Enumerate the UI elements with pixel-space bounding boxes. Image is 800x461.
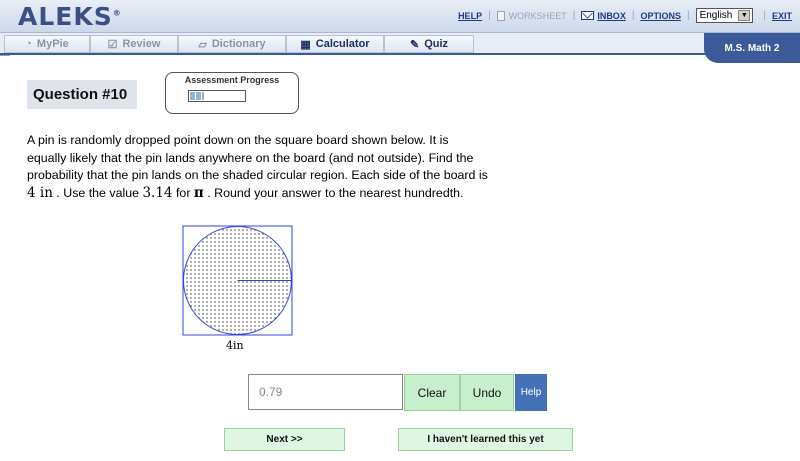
exit-link[interactable]: EXIT xyxy=(772,11,792,21)
chevron-down-icon: ▼ xyxy=(738,10,751,21)
mail-icon xyxy=(581,11,595,20)
answer-input[interactable]: 0.79 xyxy=(248,374,403,410)
calculator-icon: ▦ xyxy=(300,38,311,51)
inbox-link[interactable]: INBOX xyxy=(597,11,626,21)
quiz-icon: ✎ xyxy=(409,38,420,51)
pie-icon: ◔ xyxy=(25,38,32,50)
aleks-window: ALEKS® HELP | WORKSHEET | INBOX | OPTION… xyxy=(0,0,800,461)
tab-review[interactable]: ☑ Review xyxy=(90,35,178,53)
assessment-progress: Assessment Progress xyxy=(165,72,299,114)
aleks-logo: ALEKS® xyxy=(18,2,122,31)
header-bar: ALEKS® HELP | WORKSHEET | INBOX | OPTION… xyxy=(0,0,800,33)
tab-dictionary[interactable]: ▱ Dictionary xyxy=(178,35,286,53)
header-links: HELP | WORKSHEET | INBOX | OPTIONS | Eng… xyxy=(458,8,792,23)
course-badge: M.S. Math 2 xyxy=(704,33,800,63)
undo-button[interactable]: Undo xyxy=(460,374,514,411)
not-learned-button[interactable]: I haven't learned this yet xyxy=(398,428,573,451)
divider xyxy=(0,55,10,73)
progress-fill xyxy=(190,92,204,100)
pi-value: 3.14 xyxy=(142,184,173,201)
next-button[interactable]: Next >> xyxy=(224,428,345,451)
progress-label: Assessment Progress xyxy=(184,75,280,85)
question-title: Question #10 xyxy=(27,80,137,109)
progress-bar xyxy=(188,90,246,102)
worksheet-icon xyxy=(496,10,505,21)
tab-mypie[interactable]: ◔ MyPie xyxy=(4,35,90,53)
help-button[interactable]: Help xyxy=(515,374,547,411)
checkmark-icon: ☑ xyxy=(107,38,118,51)
language-select[interactable]: English ▼ xyxy=(695,8,754,23)
help-link[interactable]: HELP xyxy=(458,11,482,21)
side-length: 4 in xyxy=(27,184,53,201)
tab-quiz[interactable]: ✎ Quiz xyxy=(384,35,474,53)
square-board-figure xyxy=(182,225,293,336)
problem-text: A pin is randomly dropped point down on … xyxy=(27,133,488,201)
clear-button[interactable]: Clear xyxy=(404,374,460,411)
tab-bar: ◔ MyPie ☑ Review ▱ Dictionary ▦ Calculator ✎… xyxy=(0,33,800,55)
worksheet-link[interactable]: WORKSHEET xyxy=(509,11,567,21)
pi-symbol: π xyxy=(193,184,204,201)
options-link[interactable]: OPTIONS xyxy=(640,11,681,21)
tab-calculator[interactable]: ▦ Calculator xyxy=(286,35,384,53)
side-label: 4in xyxy=(226,339,244,352)
book-icon: ▱ xyxy=(198,38,207,51)
